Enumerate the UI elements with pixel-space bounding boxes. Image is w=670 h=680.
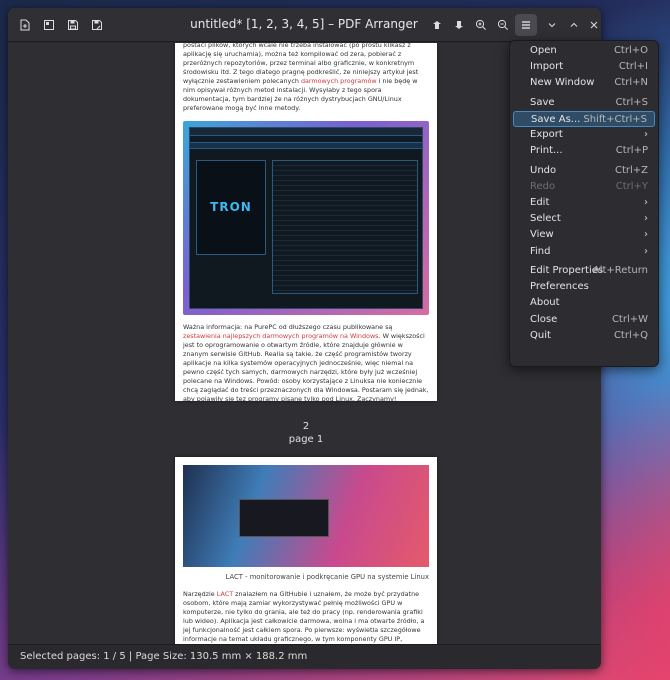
album-art: TRON: [196, 160, 266, 255]
menu-item-close[interactable]: Close Ctrl+W: [513, 312, 655, 328]
status-bar: Selected pages: 1 / 5 | Page Size: 130.5…: [8, 644, 601, 669]
menu-item-undo[interactable]: Undo Ctrl+Z: [513, 163, 655, 179]
maximize-icon[interactable]: [563, 14, 585, 36]
page-paragraph: Ważna informacja: na PurePC od dłuższego…: [183, 323, 429, 403]
menu-item-import[interactable]: Import Ctrl+I: [513, 59, 655, 75]
page-label: page 1: [288, 434, 324, 445]
page-paragraph: Narzędzie LACT znalazłem na GitHubie i u…: [183, 590, 425, 643]
save-icon[interactable]: [62, 14, 84, 36]
page-thumbnail-2[interactable]: LACT - monitorowanie i podkręcanie GPU n…: [175, 457, 437, 644]
zoom-out-icon[interactable]: [492, 14, 514, 36]
close-icon[interactable]: [583, 14, 601, 36]
rotate-right-icon[interactable]: [448, 14, 470, 36]
chevron-right-icon: ›: [644, 129, 648, 141]
menu-item-save-as[interactable]: Save As... Shift+Ctrl+S: [513, 110, 655, 128]
menu-item-quit[interactable]: Quit Ctrl+Q: [513, 328, 655, 344]
import-icon[interactable]: [14, 14, 36, 36]
header-bar: untitled* [1, 2, 3, 4, 5] – PDF Arranger: [8, 8, 601, 42]
menu-item-redo: Redo Ctrl+Y: [530, 180, 648, 192]
save-as-icon[interactable]: [86, 14, 108, 36]
status-text: Selected pages: 1 / 5 | Page Size: 130.5…: [20, 651, 308, 662]
menu-item-open[interactable]: Open Ctrl+O: [513, 43, 655, 59]
menu-item-export[interactable]: Export ›: [513, 127, 655, 143]
rotate-left-icon[interactable]: [426, 14, 448, 36]
app-menu: Open Ctrl+O Import Ctrl+I New Window Ctrl+N…: [509, 40, 659, 367]
menu-item-preferences[interactable]: Preferences: [513, 279, 655, 295]
minimize-icon[interactable]: [541, 14, 563, 36]
chevron-right-icon: ›: [644, 245, 648, 257]
zoom-in-icon[interactable]: [470, 14, 492, 36]
page-thumbnail-1[interactable]: postaci plików, których wcale nie trzeba…: [175, 43, 437, 403]
screenshot-lact: [183, 465, 429, 567]
page-paragraph: postaci plików, których wcale nie trzeba…: [183, 43, 419, 112]
window-title: untitled* [1, 2, 3, 4, 5] – PDF Arranger: [190, 17, 418, 31]
menu-item-edit[interactable]: Edit ›: [513, 195, 655, 211]
menu-item-find[interactable]: Find ›: [513, 244, 655, 260]
menu-item-save[interactable]: Save Ctrl+S: [513, 95, 655, 111]
menu-item-edit-properties[interactable]: Edit Properties Alt+Return: [513, 263, 655, 279]
chevron-right-icon: ›: [644, 229, 648, 241]
menu-item-print[interactable]: Print... Ctrl+P: [513, 143, 655, 159]
export-icon[interactable]: [38, 14, 60, 36]
menu-item-about[interactable]: About: [513, 295, 655, 311]
chevron-right-icon: ›: [644, 197, 648, 209]
chevron-right-icon: ›: [644, 213, 648, 225]
image-caption: LACT - monitorowanie i podkręcanie GPU n…: [225, 573, 429, 581]
hamburger-menu-icon[interactable]: [515, 14, 537, 36]
screenshot-music-player: TRON: [183, 121, 429, 315]
page-number: 2: [302, 421, 310, 432]
menu-item-new-window[interactable]: New Window Ctrl+N: [513, 75, 655, 91]
track-list: [272, 160, 418, 294]
menu-item-view[interactable]: View ›: [513, 227, 655, 243]
menu-item-select[interactable]: Select ›: [513, 211, 655, 227]
